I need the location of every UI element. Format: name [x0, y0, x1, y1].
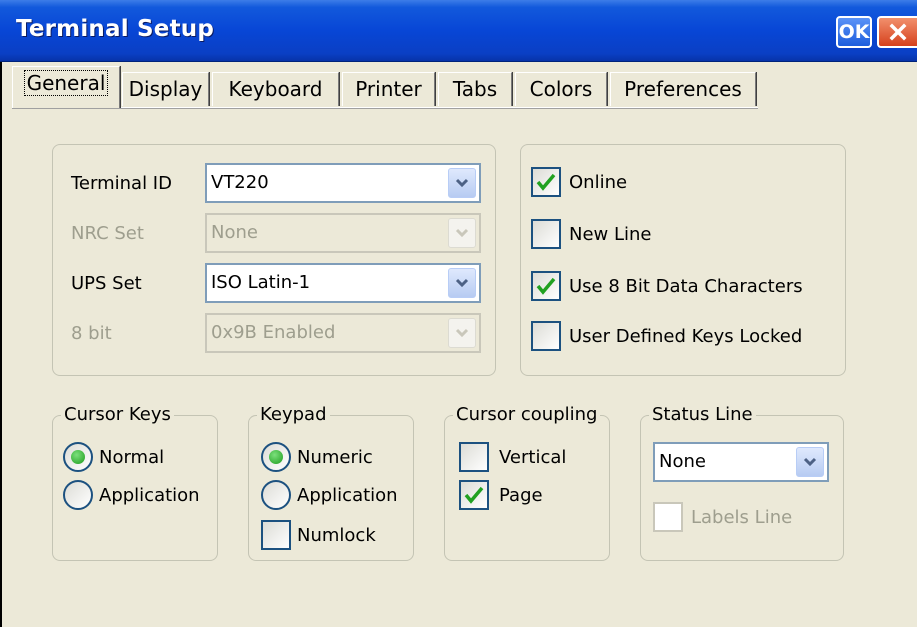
window-title: Terminal Setup — [16, 16, 215, 42]
terminal-id-value: VT220 — [211, 172, 269, 193]
chevron-down-icon[interactable] — [448, 268, 476, 298]
options-group: Online New Line Use 8 Bit Data Character… — [520, 144, 846, 376]
vertical-label: Vertical — [499, 447, 567, 468]
cursor-keys-group: Cursor Keys Normal Application — [52, 403, 218, 561]
eight-bit-select: 0x9B Enabled — [205, 313, 481, 353]
tab-preferences[interactable]: Preferences — [610, 72, 756, 106]
keypad-numeric-label: Numeric — [297, 447, 373, 468]
radio-dot-icon — [269, 450, 283, 464]
nrc-set-select: None — [205, 213, 481, 253]
dialog-body: General Display Keyboard Printer Tabs Co… — [0, 62, 917, 627]
keypad-application-label: Application — [297, 485, 398, 506]
eight-bit-data-checkbox[interactable] — [531, 271, 561, 301]
tab-colors[interactable]: Colors — [515, 72, 607, 106]
ups-set-label: UPS Set — [71, 273, 142, 294]
chevron-down-icon — [448, 318, 476, 348]
online-label: Online — [569, 172, 628, 193]
nrc-set-value: None — [211, 222, 258, 243]
tab-keyboard[interactable]: Keyboard — [212, 72, 339, 106]
checkmark-icon — [536, 173, 556, 191]
tab-printer[interactable]: Printer — [342, 72, 435, 106]
tab-tabs[interactable]: Tabs — [438, 72, 512, 106]
keypad-legend: Keypad — [257, 403, 330, 427]
online-checkbox[interactable] — [531, 167, 561, 197]
keypad-numeric-radio[interactable] — [261, 442, 291, 472]
chevron-down-icon[interactable] — [796, 447, 824, 477]
user-defined-keys-label: User Defined Keys Locked — [569, 326, 803, 347]
ups-set-select[interactable]: ISO Latin-1 — [205, 263, 481, 303]
chevron-down-icon[interactable] — [448, 168, 476, 198]
terminal-id-label: Terminal ID — [71, 173, 172, 194]
checkmark-icon — [464, 486, 484, 504]
page-label: Page — [499, 485, 543, 506]
status-line-legend: Status Line — [649, 403, 756, 427]
terminal-settings-group: Terminal ID VT220 NRC Set None UPS Set I… — [52, 144, 496, 376]
labels-line-checkbox — [653, 502, 683, 532]
new-line-label: New Line — [569, 224, 652, 245]
numlock-checkbox[interactable] — [261, 520, 291, 550]
numlock-label: Numlock — [297, 525, 376, 546]
ups-set-value: ISO Latin-1 — [211, 272, 311, 293]
status-line-select[interactable]: None — [653, 442, 829, 482]
cursor-keys-normal-label: Normal — [99, 447, 165, 468]
tab-display[interactable]: Display — [122, 72, 209, 106]
eight-bit-value: 0x9B Enabled — [211, 322, 336, 343]
title-bar: Terminal Setup OK — [0, 0, 917, 62]
chevron-down-icon — [448, 218, 476, 248]
page-checkbox[interactable] — [459, 480, 489, 510]
new-line-checkbox[interactable] — [531, 219, 561, 249]
cursor-keys-legend: Cursor Keys — [61, 403, 174, 427]
vertical-checkbox[interactable] — [459, 442, 489, 472]
eight-bit-label: 8 bit — [71, 323, 112, 344]
status-line-group: Status Line None Labels Line — [640, 403, 844, 561]
terminal-id-select[interactable]: VT220 — [205, 163, 481, 203]
tab-baseline — [12, 107, 758, 109]
cursor-keys-normal-radio[interactable] — [63, 442, 93, 472]
checkmark-icon — [536, 277, 556, 295]
ok-button[interactable]: OK — [836, 16, 872, 48]
labels-line-label: Labels Line — [691, 507, 793, 528]
cursor-keys-application-label: Application — [99, 485, 200, 506]
close-button[interactable] — [877, 16, 917, 48]
close-icon — [889, 23, 907, 41]
eight-bit-data-label: Use 8 Bit Data Characters — [569, 276, 803, 297]
cursor-coupling-group: Cursor coupling Vertical Page — [444, 403, 610, 561]
cursor-keys-application-radio[interactable] — [63, 480, 93, 510]
status-line-value: None — [659, 451, 706, 472]
user-defined-keys-checkbox[interactable] — [531, 321, 561, 351]
cursor-coupling-legend: Cursor coupling — [453, 403, 601, 427]
keypad-group: Keypad Numeric Application Numlock — [248, 403, 414, 561]
keypad-application-radio[interactable] — [261, 480, 291, 510]
radio-dot-icon — [71, 450, 85, 464]
tab-general[interactable]: General — [12, 66, 120, 108]
nrc-set-label: NRC Set — [71, 223, 144, 244]
